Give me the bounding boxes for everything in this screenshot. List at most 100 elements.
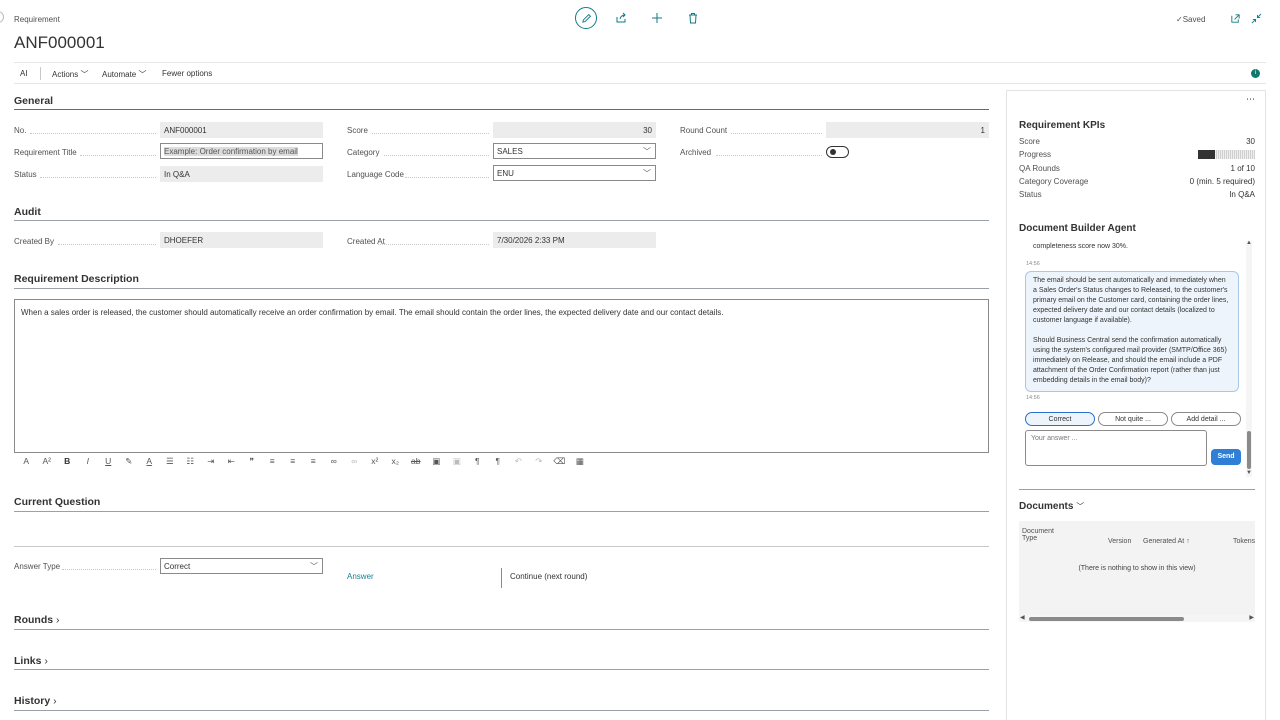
info-icon[interactable]: i	[1251, 69, 1260, 78]
fewer-options-button[interactable]: Fewer options	[162, 69, 212, 78]
add-detail-chip[interactable]: Add detail ...	[1171, 412, 1241, 426]
saved-label: Saved	[1182, 15, 1206, 24]
no-field[interactable]: ANF000001	[160, 122, 323, 138]
agent-answer-input[interactable]: Your answer ...	[1025, 430, 1207, 466]
kpi-status-value: In Q&A	[1229, 190, 1255, 199]
round-count-field[interactable]: 1	[826, 122, 989, 138]
created-at-field[interactable]: 7/30/2026 2:33 PM	[493, 232, 656, 248]
ltr-icon[interactable]: ¶	[467, 456, 488, 470]
send-button[interactable]: Send	[1211, 449, 1241, 465]
font-color-icon[interactable]: A	[139, 456, 160, 470]
font-size-icon[interactable]: A	[16, 456, 37, 470]
score-label: Score	[347, 126, 368, 135]
new-button[interactable]	[648, 9, 666, 27]
chevron-down-icon: ﹀	[643, 169, 651, 178]
category-select[interactable]: SALES ﹀	[493, 143, 656, 159]
subscript-icon[interactable]: x₂	[385, 456, 406, 470]
continue-next-round-button[interactable]: Continue (next round)	[510, 572, 587, 581]
h-scroll-thumb[interactable]	[1029, 617, 1184, 621]
score-field[interactable]: 30	[493, 122, 656, 138]
col-tokens[interactable]: Tokens	[1233, 538, 1255, 545]
link-icon[interactable]: ∞	[324, 456, 345, 470]
archived-toggle[interactable]	[826, 146, 849, 158]
undo-icon[interactable]: ↶	[508, 456, 529, 470]
edit-button[interactable]	[575, 7, 597, 29]
align-right-icon[interactable]: ≡	[303, 456, 324, 470]
highlight-icon[interactable]: ✎	[119, 456, 140, 470]
font-size-increase-icon[interactable]: A²	[37, 456, 58, 470]
sort-ascending-icon: ↑	[1186, 538, 1190, 545]
archived-label: Archived	[680, 148, 712, 157]
underline-icon[interactable]: U	[98, 456, 119, 470]
col-version[interactable]: Version	[1108, 538, 1131, 545]
page-caption: Requirement	[14, 15, 60, 24]
quote-icon[interactable]: ❞	[242, 456, 263, 470]
no-label: No.	[14, 126, 27, 135]
bullet-list-icon[interactable]: ☰	[160, 456, 181, 470]
agent-message-part2: Should Business Central send the confirm…	[1033, 337, 1227, 384]
description-divider	[14, 288, 989, 289]
align-center-icon[interactable]: ≡	[283, 456, 304, 470]
share-button[interactable]	[612, 9, 630, 27]
dots	[30, 133, 156, 134]
image-edit-icon[interactable]: ▣	[447, 456, 468, 470]
language-value: ENU	[497, 169, 514, 178]
general-divider	[14, 109, 989, 110]
more-options-icon[interactable]: ⋯	[1246, 94, 1255, 105]
superscript-icon[interactable]: x²	[365, 456, 386, 470]
ai-button[interactable]: AI	[20, 69, 28, 78]
scroll-up-icon[interactable]: ▲	[1246, 240, 1252, 246]
links-section-toggle[interactable]: Links ›	[14, 655, 48, 667]
agent-chat-scrollbar[interactable]: ▲ ▼	[1246, 240, 1252, 477]
status-field[interactable]: In Q&A	[160, 166, 323, 182]
description-editor[interactable]: When a sales order is released, the cust…	[14, 299, 989, 453]
outdent-icon[interactable]: ⇤	[221, 456, 242, 470]
col-generated-at[interactable]: Generated At ↑	[1143, 538, 1190, 545]
documents-section-toggle[interactable]: Documents ﹀	[1019, 501, 1084, 512]
rtl-icon[interactable]: ¶	[488, 456, 509, 470]
align-left-icon[interactable]: ≡	[262, 456, 283, 470]
image-icon[interactable]: ▣	[426, 456, 447, 470]
rounds-section-toggle[interactable]: Rounds ›	[14, 614, 60, 626]
numbered-list-icon[interactable]: ☷	[180, 456, 201, 470]
agent-chat: completeness score now 30%. 14:56 The em…	[1021, 241, 1253, 481]
language-code-select[interactable]: ENU ﹀	[493, 165, 656, 181]
clear-format-icon[interactable]: ⌫	[549, 456, 570, 470]
chevron-down-icon: ﹀	[80, 70, 89, 79]
documents-h-scrollbar[interactable]: ◀ ▶	[1019, 615, 1255, 622]
collapse-button[interactable]	[1247, 9, 1265, 27]
bold-icon[interactable]: B	[57, 456, 78, 470]
documents-divider-top	[1019, 489, 1255, 490]
scroll-right-icon[interactable]: ▶	[1249, 614, 1254, 621]
kpi-coverage-value: 0 (min. 5 required)	[1189, 177, 1255, 186]
actions-menu[interactable]: Actions ﹀	[52, 69, 88, 80]
dots	[378, 244, 489, 245]
answer-link[interactable]: Answer	[347, 572, 374, 581]
strikethrough-icon[interactable]: ab	[406, 456, 427, 470]
col-document-type-line2: Type	[1022, 535, 1038, 542]
correct-chip[interactable]: Correct	[1025, 412, 1095, 426]
scroll-down-icon[interactable]: ▼	[1246, 470, 1252, 476]
italic-icon[interactable]: I	[78, 456, 99, 470]
unlink-icon[interactable]: ∞	[344, 456, 365, 470]
current-question-heading: Current Question	[14, 496, 101, 508]
chevron-right-icon: ›	[53, 695, 57, 707]
open-new-window-button[interactable]	[1226, 9, 1244, 27]
indent-icon[interactable]: ⇥	[201, 456, 222, 470]
current-question-divider	[14, 511, 989, 512]
table-icon[interactable]: ▦	[570, 456, 591, 470]
requirement-title-input[interactable]: Example: Order confirmation by email	[160, 143, 323, 159]
scroll-thumb[interactable]	[1247, 431, 1251, 469]
not-quite-chip[interactable]: Not quite ...	[1098, 412, 1168, 426]
chevron-down-icon: ﹀	[1076, 502, 1085, 511]
created-by-field[interactable]: DHOEFER	[160, 232, 323, 248]
redo-icon[interactable]: ↷	[529, 456, 550, 470]
chevron-down-icon: ﹀	[310, 562, 318, 571]
automate-menu[interactable]: Automate ﹀	[102, 69, 146, 80]
scroll-left-icon[interactable]: ◀	[1020, 614, 1025, 621]
history-section-toggle[interactable]: History ›	[14, 695, 57, 707]
command-bar: AI Actions ﹀ Automate ﹀ Fewer options i	[14, 62, 1266, 84]
answer-type-select[interactable]: Correct ﹀	[160, 558, 323, 574]
col-document-type[interactable]: Document Type	[1022, 528, 1054, 542]
delete-button[interactable]	[684, 9, 702, 27]
